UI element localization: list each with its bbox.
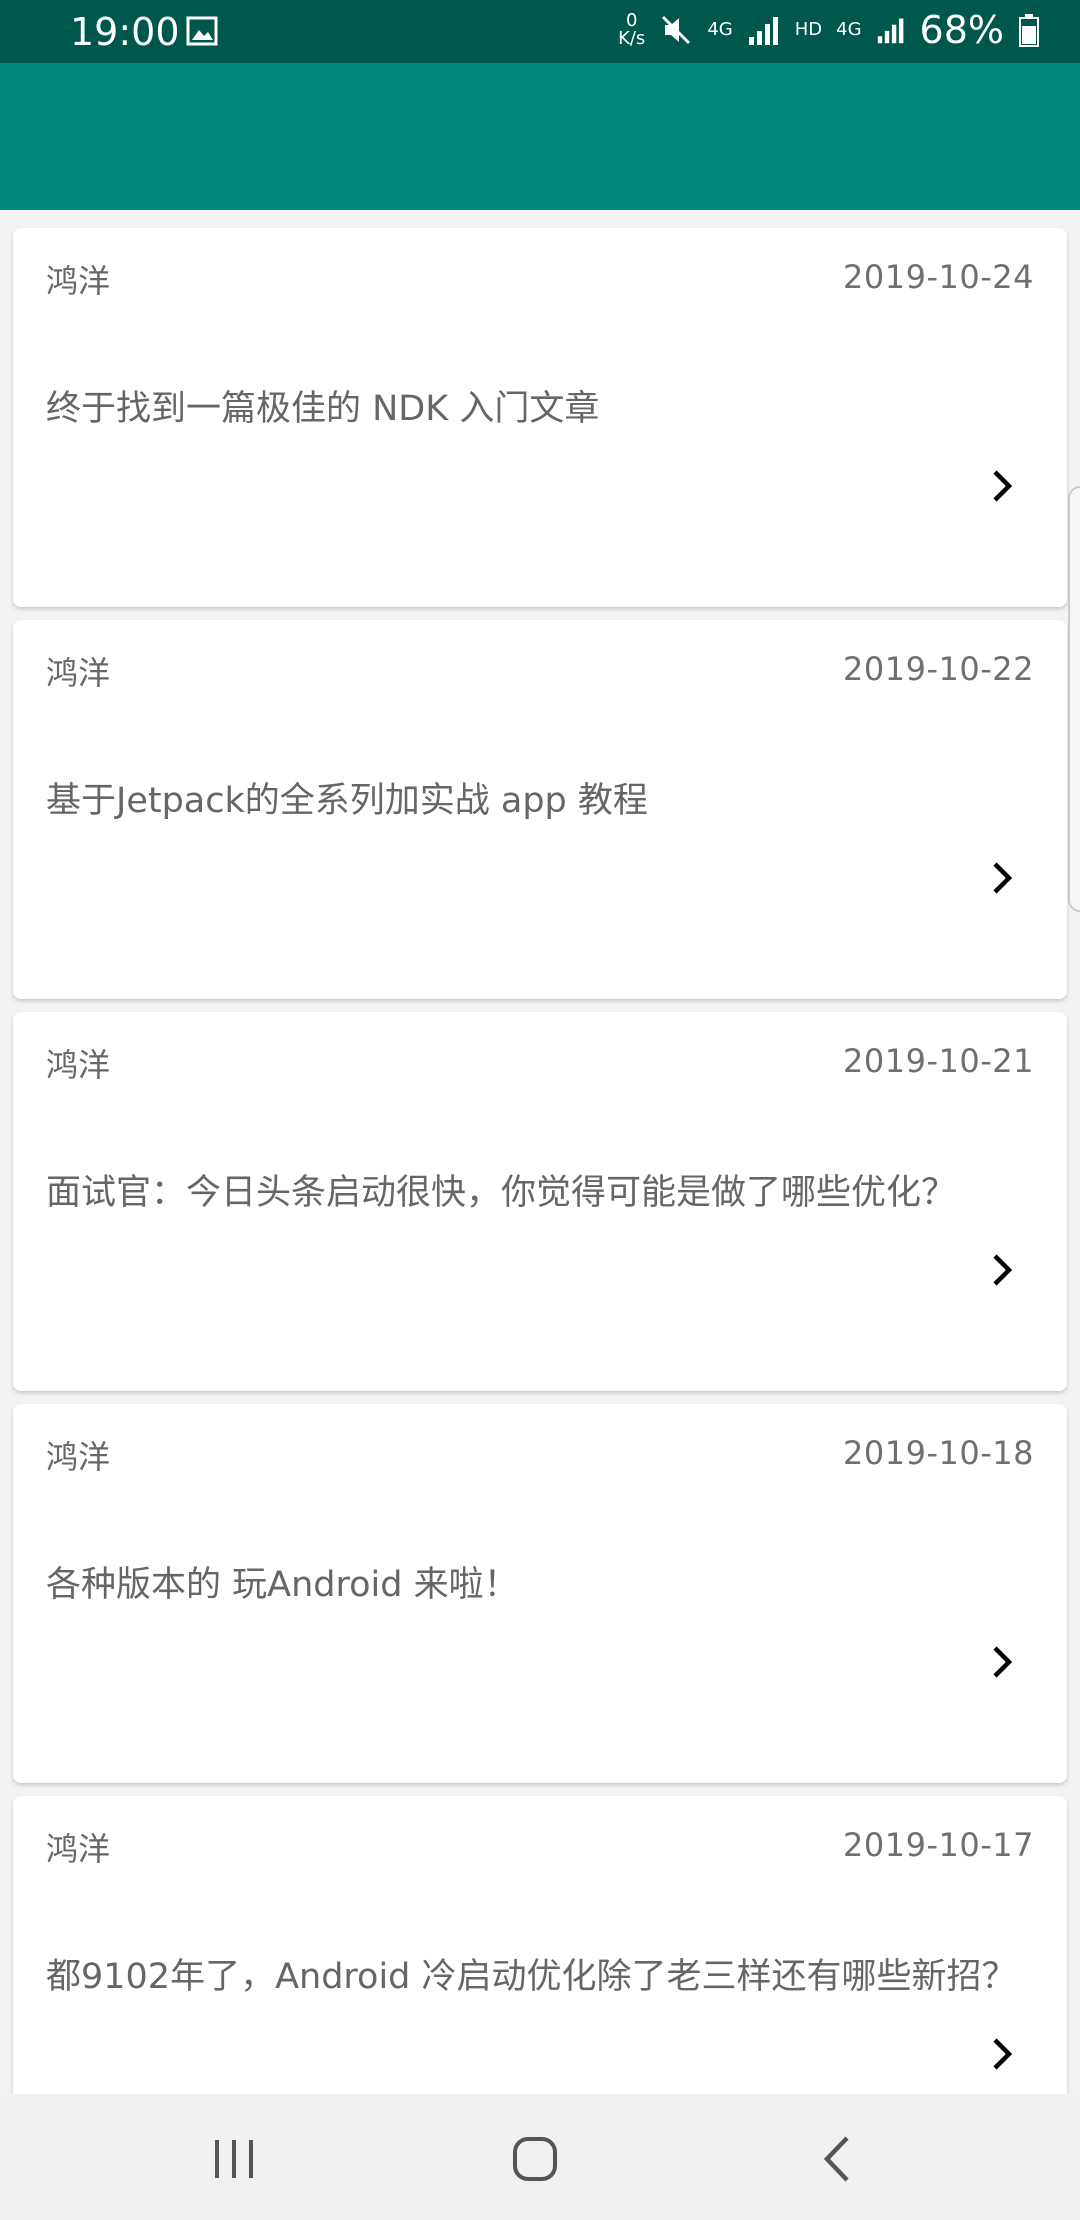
mute-icon xyxy=(662,15,691,45)
article-date: 2019-10-22 xyxy=(843,650,1034,688)
article-author: 鸿洋 xyxy=(46,1046,111,1084)
article-author: 鸿洋 xyxy=(46,1438,111,1476)
article-card[interactable]: 鸿洋 2019-10-21 面试官：今日头条启动很快，你觉得可能是做了哪些优化？ xyxy=(13,1012,1067,1391)
chevron-right-icon[interactable] xyxy=(987,858,1017,898)
article-title: 各种版本的 玩Android 来啦！ xyxy=(46,1565,519,1605)
network-4g-label-2: 4G xyxy=(836,19,862,40)
battery-percent: 68% xyxy=(919,8,1004,52)
battery-icon xyxy=(1019,14,1039,47)
edge-panel-handle[interactable] xyxy=(1068,486,1080,912)
status-bar: 19:00 0 K/s 4G HD 4G 68% xyxy=(0,0,1080,63)
recents-icon[interactable] xyxy=(199,2124,269,2194)
back-icon[interactable] xyxy=(803,2124,873,2194)
article-title: 终于找到一篇极佳的 NDK 入门文章 xyxy=(46,389,600,429)
article-list[interactable]: 鸿洋 2019-10-24 终于找到一篇极佳的 NDK 入门文章 鸿洋 2019… xyxy=(0,210,1080,2094)
chevron-right-icon[interactable] xyxy=(987,1250,1017,1290)
hd-label: HD xyxy=(794,19,823,40)
article-author: 鸿洋 xyxy=(46,262,111,300)
status-time: 19:00 xyxy=(70,10,180,54)
chevron-right-icon[interactable] xyxy=(987,2034,1017,2074)
article-card[interactable]: 鸿洋 2019-10-24 终于找到一篇极佳的 NDK 入门文章 xyxy=(13,228,1067,607)
signal-icon-2 xyxy=(877,18,903,44)
article-card[interactable]: 鸿洋 2019-10-17 都9102年了，Android 冷启动优化除了老三样… xyxy=(13,1796,1067,2094)
article-title: 基于Jetpack的全系列加实战 app 教程 xyxy=(46,781,648,821)
article-date: 2019-10-18 xyxy=(843,1434,1034,1472)
image-icon xyxy=(186,16,218,46)
article-author: 鸿洋 xyxy=(46,1830,111,1868)
article-date: 2019-10-24 xyxy=(843,258,1034,296)
chevron-right-icon[interactable] xyxy=(987,1642,1017,1682)
net-speed: 0 K/s xyxy=(618,10,646,49)
article-author: 鸿洋 xyxy=(46,654,111,692)
status-icons: 0 K/s 4G HD 4G 68% xyxy=(618,8,1040,52)
chevron-right-icon[interactable] xyxy=(987,466,1017,506)
signal-icon xyxy=(748,17,778,45)
article-date: 2019-10-17 xyxy=(843,1826,1034,1864)
article-card[interactable]: 鸿洋 2019-10-22 基于Jetpack的全系列加实战 app 教程 xyxy=(13,620,1067,999)
article-title: 都9102年了，Android 冷启动优化除了老三样还有哪些新招？ xyxy=(46,1957,1017,1997)
article-date: 2019-10-21 xyxy=(843,1042,1034,1080)
app-bar xyxy=(0,63,1080,210)
article-title: 面试官：今日头条启动很快，你觉得可能是做了哪些优化？ xyxy=(46,1173,957,1213)
network-4g-label: 4G xyxy=(707,19,733,40)
home-icon[interactable] xyxy=(500,2124,570,2194)
navigation-bar xyxy=(0,2094,1080,2220)
article-card[interactable]: 鸿洋 2019-10-18 各种版本的 玩Android 来啦！ xyxy=(13,1404,1067,1783)
